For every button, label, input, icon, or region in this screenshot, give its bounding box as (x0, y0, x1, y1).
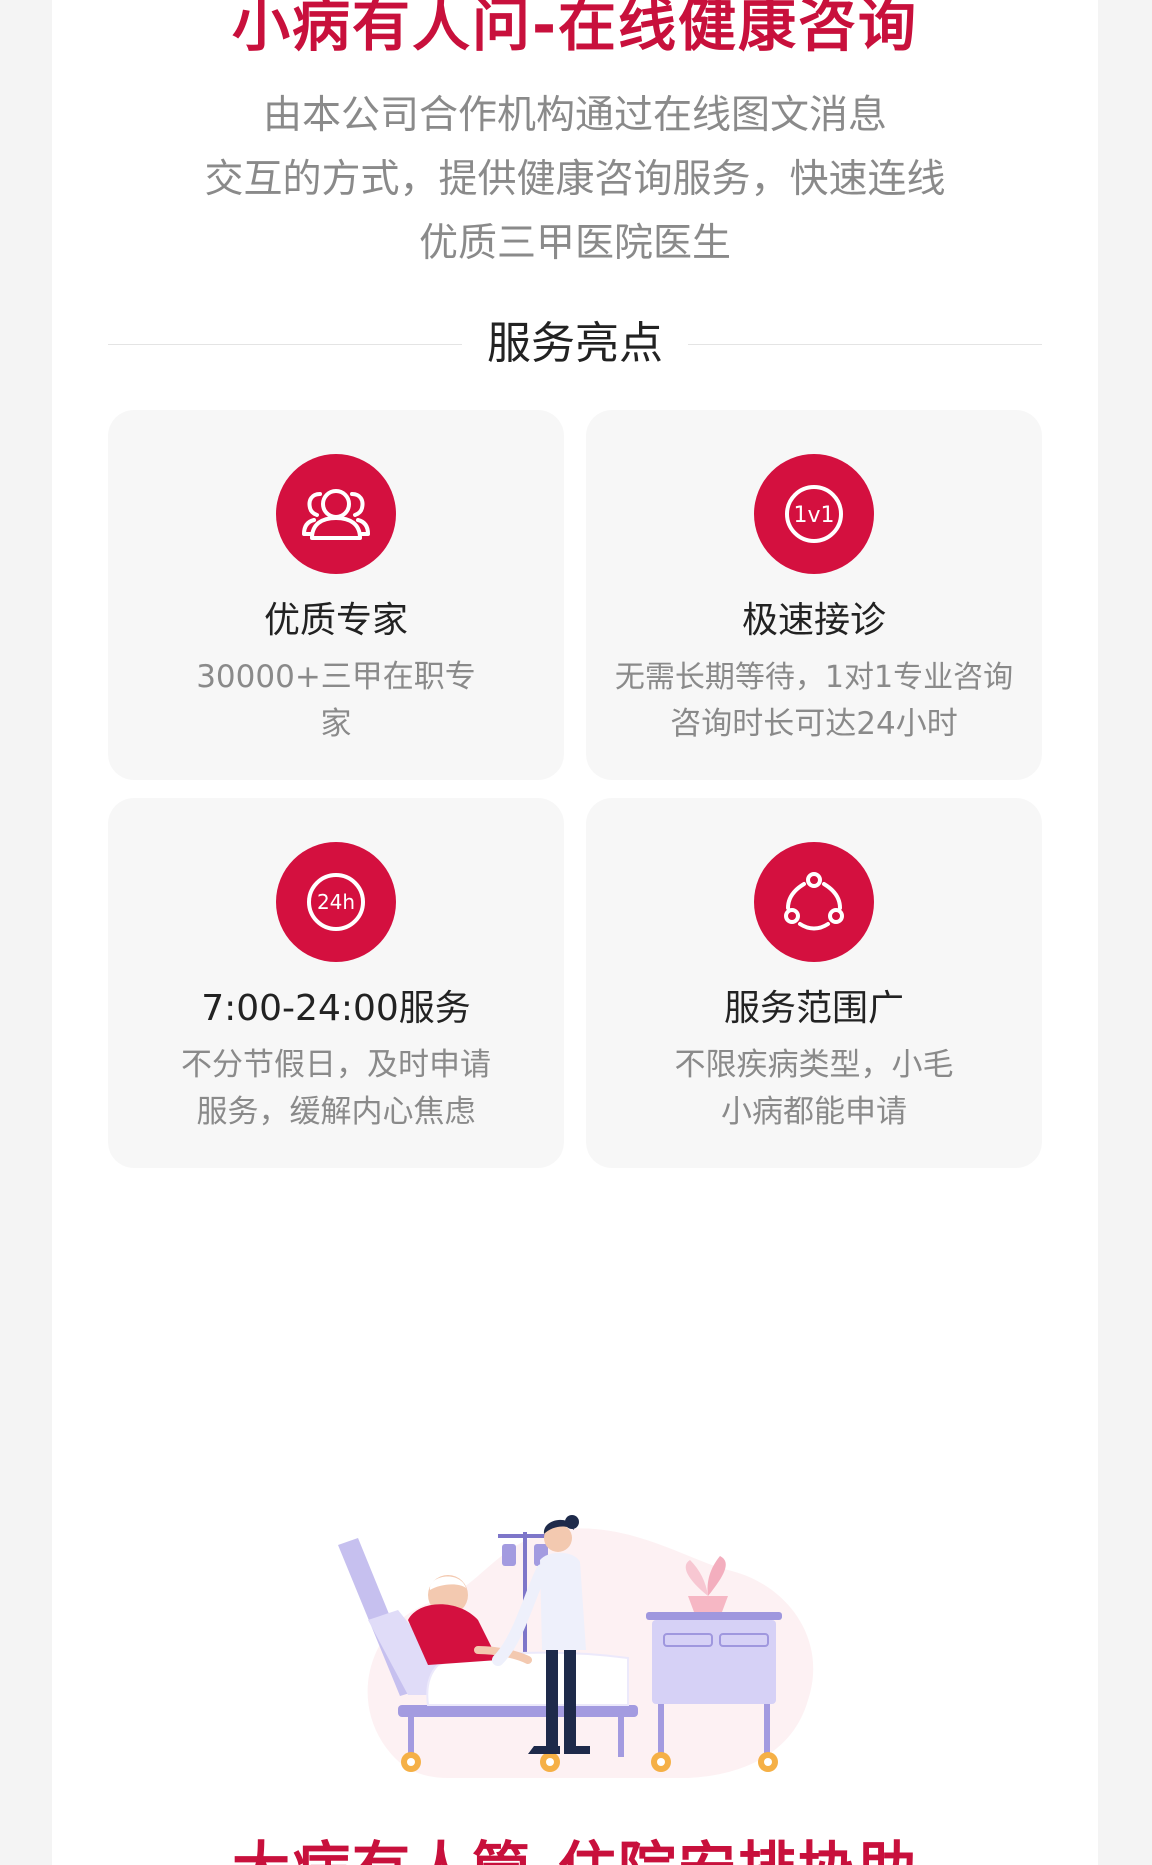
intro-line: 交互的方式，提供健康咨询服务，快速连线 (204, 157, 946, 202)
card-description: 不分节假日，及时申请 服务，缓解内心焦虑 (122, 1042, 550, 1136)
intro-line: 优质三甲医院医生 (418, 221, 731, 266)
hospital-care-illustration (328, 1500, 828, 1786)
card-description-line: 家 (320, 706, 352, 742)
highlights-heading: 服务亮点 (108, 316, 1042, 376)
experts-icon (276, 454, 396, 574)
card-description-line: 咨询时长可达24小时 (670, 706, 958, 742)
card-title: 优质专家 (263, 600, 408, 641)
highlight-card-hours: 24h 7:00-24:00服务 不分节假日，及时申请 服务，缓解内心焦虑 (108, 798, 564, 1168)
24h-icon: 24h (276, 842, 396, 962)
card-description-line: 不分节假日，及时申请 (181, 1047, 491, 1083)
highlight-card-speed: 1v1 极速接诊 无需长期等待，1对1专业咨询 咨询时长可达24小时 (586, 410, 1042, 780)
page: 小病有人问-在线健康咨询 由本公司合作机构通过在线图文消息 交互的方式，提供健康… (52, 0, 1098, 1865)
highlight-card-coverage: 服务范围广 不限疾病类型，小毛 小病都能申请 (586, 798, 1042, 1168)
section-title-consultation: 小病有人问-在线健康咨询 (231, 0, 919, 59)
section-title-hospital: 大病有人管-住院安排协助 (52, 1822, 1098, 1865)
one-on-one-icon: 1v1 (754, 454, 874, 574)
intro-line: 由本公司合作机构通过在线图文消息 (262, 93, 887, 138)
card-description-line: 不限疾病类型，小毛 (674, 1047, 954, 1083)
card-description: 不限疾病类型，小毛 小病都能申请 (600, 1042, 1028, 1136)
card-description-line: 30000+三甲在职专 (196, 659, 476, 695)
card-title: 服务范围广 (723, 988, 904, 1029)
divider-right (688, 344, 1042, 345)
card-description-line: 无需长期等待，1对1专业咨询 (614, 660, 1014, 695)
intro-text: 由本公司合作机构通过在线图文消息 交互的方式，提供健康咨询服务，快速连线 优质三… (172, 84, 978, 276)
card-title: 7:00-24:00服务 (201, 988, 471, 1029)
card-description-line: 服务，缓解内心焦虑 (196, 1094, 476, 1130)
card-description: 30000+三甲在职专 家 (122, 654, 550, 748)
24h-icon-text: 24h (317, 890, 355, 914)
one-on-one-icon-text: 1v1 (793, 503, 834, 528)
card-description: 无需长期等待，1对1专业咨询 咨询时长可达24小时 (590, 654, 1038, 748)
card-title: 极速接诊 (741, 600, 886, 641)
highlight-card-experts: 优质专家 30000+三甲在职专 家 (108, 410, 564, 780)
coverage-icon (754, 842, 874, 962)
card-description-line: 小病都能申请 (721, 1094, 907, 1130)
